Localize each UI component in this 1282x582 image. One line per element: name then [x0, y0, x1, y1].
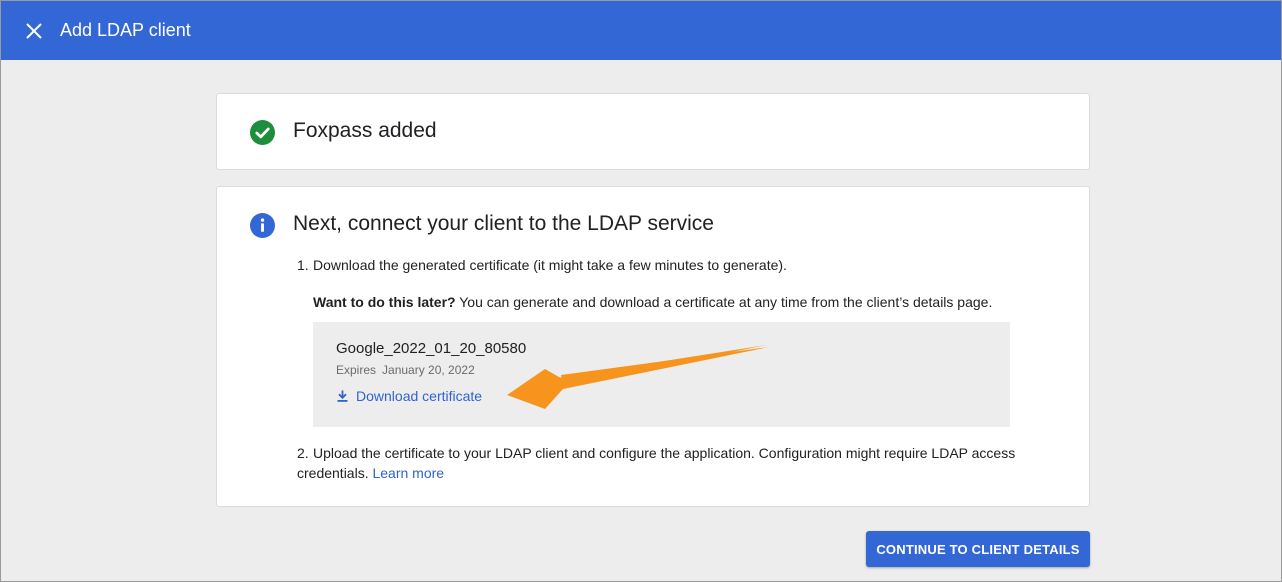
- next-steps-card: Next, connect your client to the LDAP se…: [216, 186, 1090, 507]
- step-number: 2.: [297, 445, 309, 461]
- info-icon: [250, 213, 275, 238]
- certificate-panel: Google_2022_01_20_80580 Expires January 2…: [313, 322, 1010, 427]
- download-certificate-link[interactable]: Download certificate: [337, 386, 482, 406]
- dialog-title: Add LDAP client: [60, 20, 191, 40]
- download-certificate-label: Download certificate: [356, 388, 483, 404]
- later-note: Want to do this later? You can generate …: [313, 294, 992, 310]
- close-icon: [26, 22, 42, 39]
- download-icon: [337, 390, 348, 402]
- learn-more-link[interactable]: Learn more: [372, 465, 444, 481]
- step-text: Download the generated certificate (it m…: [313, 257, 787, 273]
- certificate-name: Google_2022_01_20_80580: [336, 340, 527, 357]
- step-2: 2. Upload the certificate to your LDAP cl…: [297, 443, 1057, 483]
- later-note-text: You can generate and download a certific…: [455, 294, 993, 310]
- expires-date: January 20, 2022: [382, 363, 475, 377]
- success-title: Foxpass added: [293, 119, 437, 142]
- continue-to-client-details-button[interactable]: CONTINUE TO CLIENT DETAILS: [866, 531, 1090, 567]
- top-app-bar: Add LDAP client: [1, 1, 1281, 60]
- step-number: 1.: [297, 257, 309, 273]
- dialog-frame: Add LDAP client Foxpass added Next, conn…: [0, 0, 1282, 582]
- close-button[interactable]: [24, 21, 44, 41]
- later-note-bold: Want to do this later?: [313, 294, 456, 310]
- next-steps-title: Next, connect your client to the LDAP se…: [293, 212, 714, 235]
- step-1: 1. Download the generated certificate (it…: [297, 255, 787, 275]
- certificate-expiry: Expires January 20, 2022: [336, 363, 475, 377]
- check-circle-icon: [250, 120, 275, 145]
- expires-label: Expires: [336, 363, 377, 377]
- success-card: Foxpass added: [216, 93, 1090, 170]
